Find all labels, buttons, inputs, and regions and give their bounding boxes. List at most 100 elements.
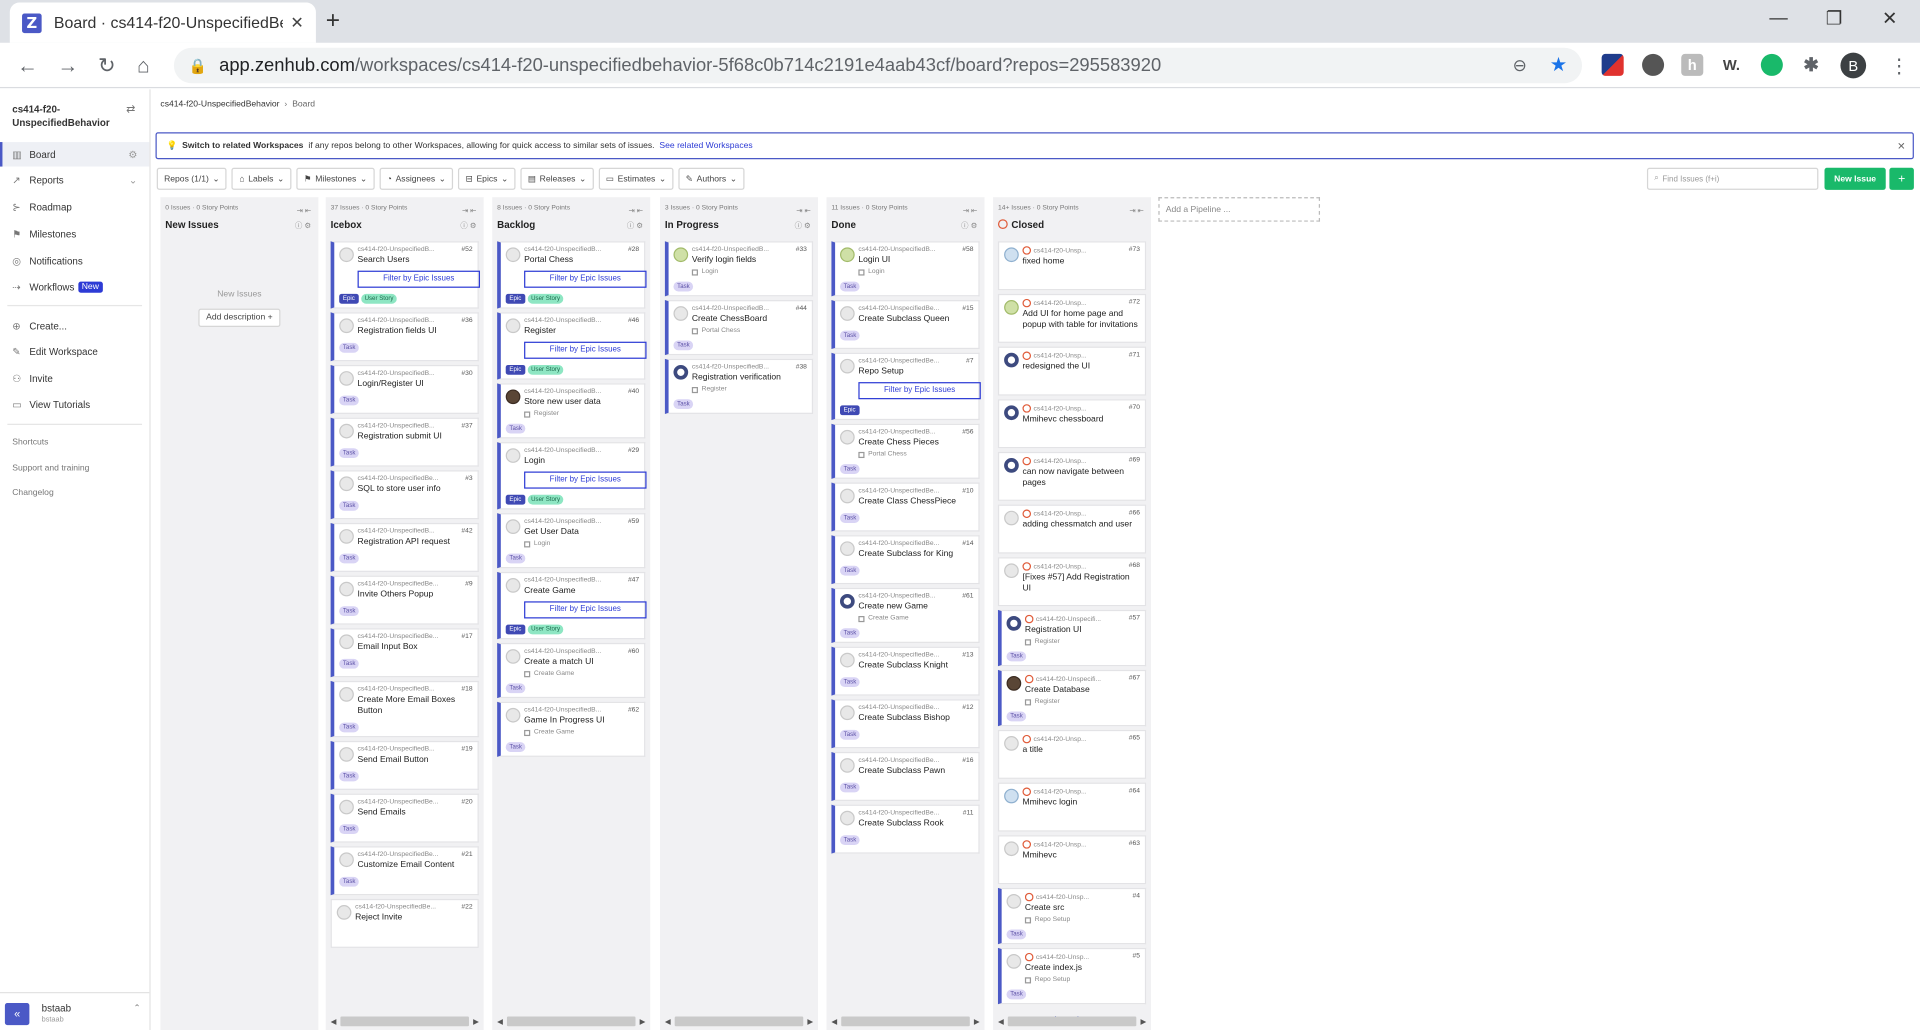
issue-card[interactable]: cs414-f20-Unsp... #4 Create src Repo Setup T… (997, 887, 1147, 945)
issue-card[interactable]: cs414-f20-UnspecifiedB... #47 Create Game F… (497, 571, 647, 640)
label-task[interactable]: Task (840, 628, 860, 639)
issue-card[interactable]: cs414-f20-Unsp... #72 Add UI for home page… (997, 293, 1147, 343)
filter-epics[interactable]: ⊟ Epics ⌄ (458, 167, 516, 190)
pipeline-controls[interactable]: ⇥ ⇤ ⓘ ⚙ (795, 205, 811, 234)
profile-avatar[interactable]: B (1840, 52, 1867, 79)
switch-workspace-icon[interactable]: ⇄ (126, 103, 135, 116)
issue-card[interactable]: cs414-f20-Unsp... #68 [Fixes #57] Add Regi… (997, 557, 1147, 607)
label-task[interactable]: Task (1006, 711, 1027, 722)
issue-card[interactable]: cs414-f20-UnspecifiedBe... #17 Email Input… (330, 628, 479, 678)
epic-link[interactable]: Register (691, 386, 807, 393)
issue-card[interactable]: cs414-f20-Unsp... #70 Mmihevc chessboard (997, 399, 1147, 449)
sidebar-item-board[interactable]: ▥ Board ⚙ (0, 142, 150, 167)
pipeline-scrollbar[interactable]: ◀ ▶ (998, 1015, 1146, 1027)
filter-authors[interactable]: ✎ Authors ⌄ (678, 167, 745, 190)
label-task[interactable]: Task (840, 729, 860, 740)
epic-link[interactable]: Repo Setup (1024, 916, 1140, 923)
add-description-button[interactable]: Add description + (198, 308, 280, 327)
see-related-workspaces-link[interactable]: See related Workspaces (659, 141, 752, 150)
sidebar-item-workflows[interactable]: ⇢ Workflows New (0, 274, 149, 298)
filter-labels[interactable]: ⌂ Labels ⌄ (231, 167, 292, 190)
sidebar-item-roadmap[interactable]: ⊱ Roadmap (0, 195, 149, 219)
breadcrumb-workspace[interactable]: cs414-f20-UnspecifiedBehavior (160, 100, 279, 109)
issue-card[interactable]: cs414-f20-UnspecifiedBe... #12 Create Subc… (831, 699, 980, 749)
epic-link[interactable]: Repo Setup (1024, 976, 1140, 983)
label-task[interactable]: Task (339, 658, 360, 669)
issue-card[interactable]: cs414-f20-Unsp... #64 Mmihevc login (997, 782, 1147, 832)
label-task[interactable]: Task (339, 342, 360, 353)
new-issue-button[interactable]: New Issue (1824, 167, 1886, 190)
label-task[interactable]: Task (673, 281, 694, 292)
collapse-sidebar-icon[interactable]: « (4, 1003, 30, 1026)
url-bar[interactable]: 🔒 app.zenhub.com/workspaces/cs414-f20-un… (173, 47, 1583, 84)
reload-icon[interactable]: ↻ (98, 54, 115, 78)
label-task[interactable]: Task (339, 553, 360, 564)
label-task[interactable]: Task (339, 824, 360, 835)
epic-link[interactable]: Create Game (524, 729, 639, 736)
label-task[interactable]: Task (840, 677, 860, 688)
new-issue-menu-button[interactable]: + (1889, 167, 1914, 190)
pipeline-controls[interactable]: ⇥ ⇤ ⓘ ⚙ (627, 205, 643, 234)
sidebar-item-create[interactable]: ⊕ Create... (0, 314, 149, 338)
extension-circle-icon[interactable] (1642, 53, 1665, 76)
label-task[interactable]: Task (1006, 651, 1027, 662)
issue-card[interactable]: cs414-f20-Unsp... #63 Mmihevc (997, 835, 1147, 885)
issue-card[interactable]: cs414-f20-UnspecifiedBe... #7 Repo Setup Fi… (831, 352, 981, 421)
issue-card[interactable]: cs414-f20-UnspecifiedB... #61 Create new G… (831, 587, 980, 643)
label-story[interactable]: User Story (527, 364, 564, 375)
issue-card[interactable]: cs414-f20-UnspecifiedB... #44 Create Chess… (664, 300, 814, 356)
label-epic[interactable]: Epic (505, 494, 525, 505)
issue-card[interactable]: cs414-f20-UnspecifiedB... #56 Create Chess… (831, 423, 980, 479)
epic-link[interactable]: Register (1024, 638, 1140, 645)
extension-hn-icon[interactable]: h (1681, 53, 1704, 76)
label-story[interactable]: User Story (527, 624, 564, 635)
home-icon[interactable]: ⌂ (137, 54, 150, 78)
issue-card[interactable]: cs414-f20-Unsp... #73 fixed home (997, 241, 1147, 291)
label-task[interactable]: Task (840, 513, 860, 523)
label-story[interactable]: User Story (527, 494, 564, 505)
label-task[interactable]: Task (840, 782, 860, 793)
label-task[interactable]: Task (840, 835, 860, 846)
issue-card[interactable]: cs414-f20-UnspecifiedB... #19 Send Email B… (330, 740, 479, 790)
browser-menu-icon[interactable]: ⋮ (1889, 54, 1909, 78)
filter-by-epic-button[interactable]: Filter by Epic Issues (524, 270, 647, 288)
issue-card[interactable]: cs414-f20-UnspecifiedBe... #21 Customize E… (330, 846, 479, 896)
find-issues-input[interactable]: ⌕ Find Issues (f+i) (1646, 167, 1819, 190)
extension-flag-icon[interactable] (1601, 53, 1624, 76)
issue-card[interactable]: cs414-f20-UnspecifiedB... #28 Portal Chess… (497, 241, 647, 309)
pipeline-controls[interactable]: ⇥ ⇤ ⓘ ⚙ (961, 205, 977, 234)
pipeline-controls[interactable]: ⇥ ⇤ ⓘ ⚙ (460, 205, 476, 234)
new-tab-icon[interactable]: + (326, 7, 340, 35)
issue-card[interactable]: cs414-f20-UnspecifiedB... #46 Register Filt… (497, 312, 647, 380)
issue-card[interactable]: cs414-f20-UnspecifiedB... #62 Game In Prog… (497, 701, 646, 757)
label-task[interactable]: Task (840, 330, 860, 341)
issue-card[interactable]: cs414-f20-Unsp... #71 redesigned the UI (997, 346, 1147, 396)
issue-card[interactable]: cs414-f20-UnspecifiedB... #52 Search Users… (330, 241, 481, 309)
issue-card[interactable]: cs414-f20-UnspecifiedBe... #20 Send Emails… (330, 793, 479, 843)
issue-card[interactable]: cs414-f20-UnspecifiedBe... #11 Create Subc… (831, 804, 980, 854)
back-icon[interactable]: ← (17, 54, 38, 78)
pipeline-scrollbar[interactable]: ◀ ▶ (497, 1015, 645, 1027)
zoom-icon[interactable]: ⊖ (1513, 55, 1527, 76)
epic-link[interactable]: Login (858, 268, 973, 276)
extension-green-icon[interactable] (1760, 53, 1783, 76)
filter-by-epic-button[interactable]: Filter by Epic Issues (524, 471, 647, 489)
issue-card[interactable]: cs414-f20-UnspecifiedBe... #15 Create Subc… (831, 300, 980, 350)
sidebar-item-edit-workspace[interactable]: ✎ Edit Workspace (0, 339, 149, 363)
label-task[interactable]: Task (339, 395, 360, 406)
label-task[interactable]: Task (1006, 989, 1027, 1000)
extensions-puzzle-icon[interactable]: ✱ (1800, 54, 1822, 76)
epic-link[interactable]: Register (524, 410, 639, 418)
issue-card[interactable]: cs414-f20-UnspecifiedBe... #14 Create Subc… (831, 535, 980, 585)
issue-card[interactable]: cs414-f20-UnspecifiedB... #30 Login/Regist… (330, 364, 479, 414)
issue-card[interactable]: cs414-f20-UnspecifiedBe... #10 Create Clas… (831, 482, 980, 532)
label-task[interactable]: Task (339, 606, 360, 617)
label-task[interactable]: Task (1006, 929, 1027, 940)
forward-icon[interactable]: → (58, 54, 79, 78)
sidebar-item-invite[interactable]: ⚇ Invite (0, 366, 149, 390)
issue-card[interactable]: cs414-f20-UnspecifiedBe... #16 Create Subc… (831, 751, 980, 801)
label-task[interactable]: Task (840, 565, 860, 576)
label-task[interactable]: Task (505, 683, 526, 694)
issue-card[interactable]: cs414-f20-UnspecifiedB... #58 Login UI Logi… (831, 241, 980, 297)
issue-card[interactable]: cs414-f20-UnspecifiedB... #38 Registration… (664, 358, 814, 414)
